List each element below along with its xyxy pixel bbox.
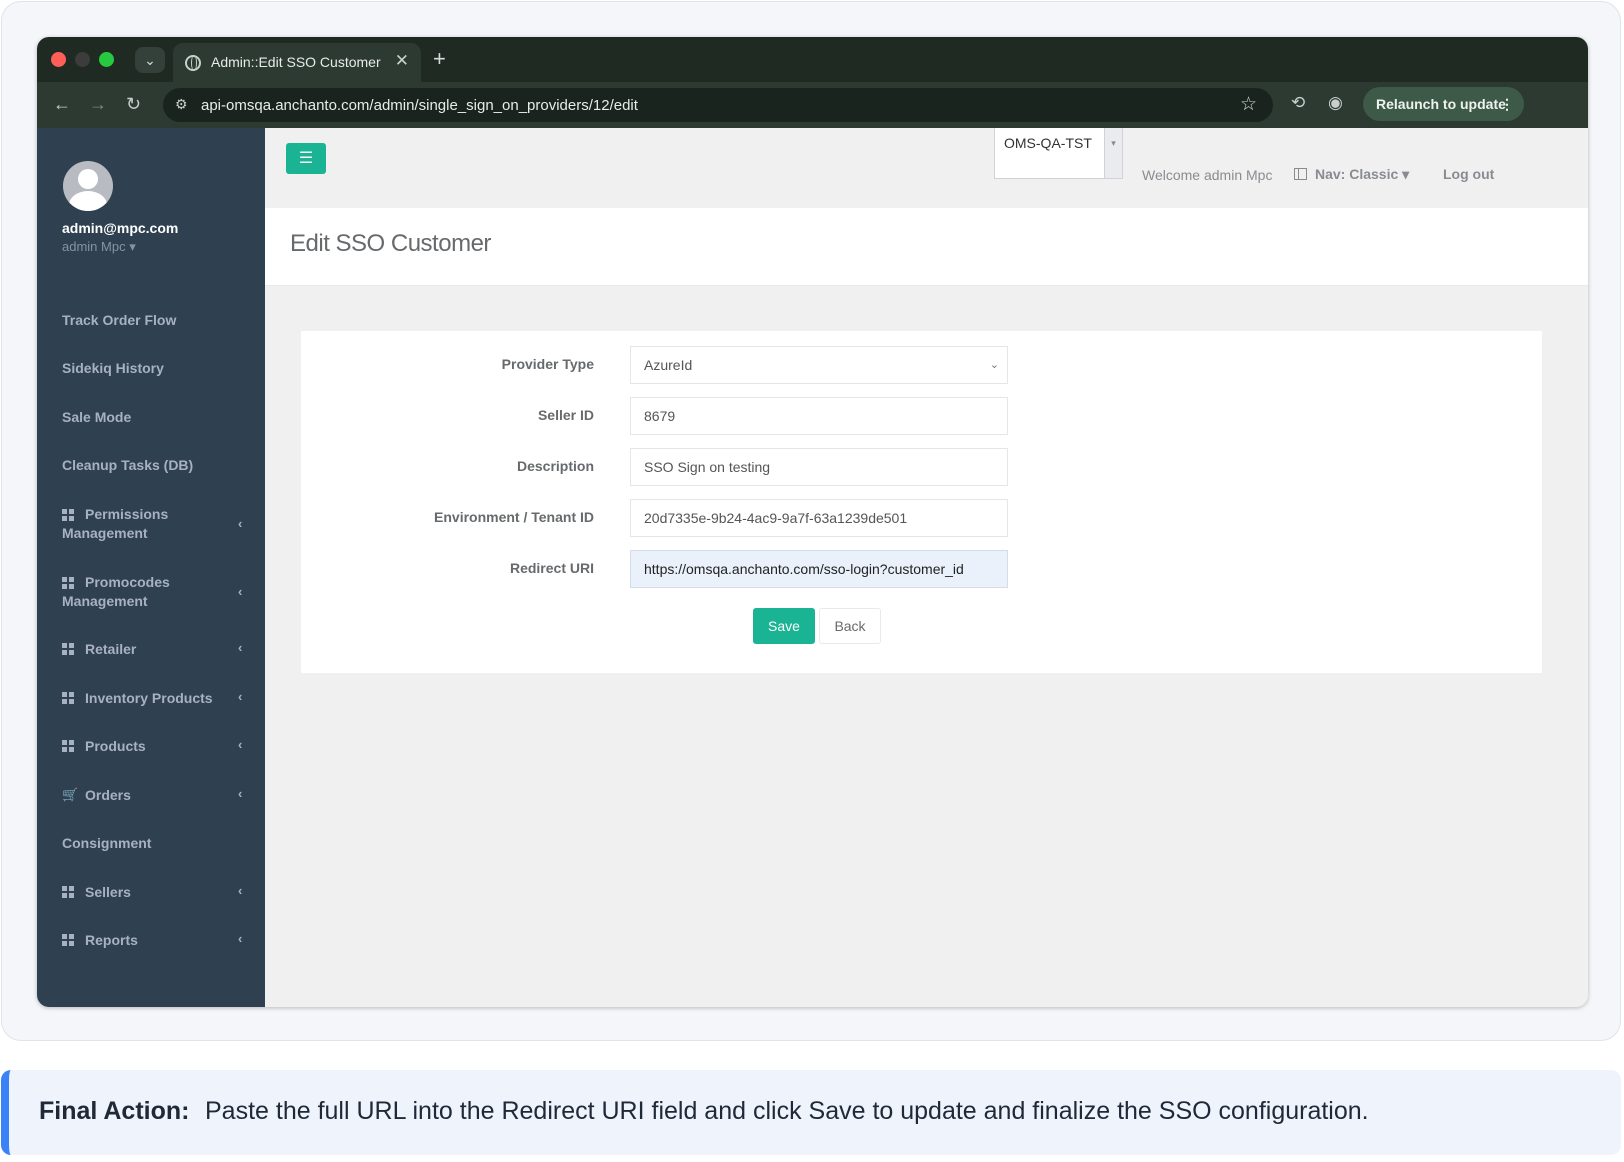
extensions-icon[interactable]: ⟲ bbox=[1291, 93, 1305, 113]
description-label: Description bbox=[516, 458, 594, 474]
chevron-down-icon: ▾ bbox=[1104, 128, 1122, 178]
sidebar-item-permissions-management[interactable]: Permissions Management ‹ bbox=[37, 505, 265, 545]
reload-icon[interactable]: ↻ bbox=[126, 94, 141, 115]
environment-select[interactable]: OMS-QA-TST ▾ bbox=[994, 128, 1123, 179]
close-tab-icon[interactable]: ✕ bbox=[395, 51, 409, 71]
sidebar-item-promocodes-management[interactable]: Promocodes Management ‹ bbox=[37, 573, 265, 613]
sidebar-item-label: Promocodes Management bbox=[62, 574, 170, 609]
grid-icon bbox=[62, 643, 76, 655]
relaunch-label: Relaunch to update bbox=[1376, 96, 1506, 112]
sidebar-item-label: Permissions Management bbox=[62, 506, 169, 541]
tenant-id-row: Environment / Tenant ID 20d7335e-9b24-4a… bbox=[301, 499, 1542, 537]
provider-type-value: AzureId bbox=[644, 357, 693, 373]
chevron-left-icon: ‹ bbox=[238, 516, 243, 531]
active-tab[interactable]: Admin::Edit SSO Customer ✕ bbox=[173, 43, 421, 82]
main-content: ☰ OMS-QA-TST ▾ Welcome admin Mpc Nav: Cl… bbox=[265, 128, 1588, 1007]
nav-mode-label: Nav: Classic bbox=[1315, 166, 1399, 182]
tab-bar: ⌄ Admin::Edit SSO Customer ✕ + bbox=[37, 37, 1588, 82]
menu-toggle-button[interactable]: ☰ bbox=[286, 143, 326, 174]
sidebar-item-label: Sidekiq History bbox=[62, 360, 164, 376]
browser-window: ⌄ Admin::Edit SSO Customer ✕ + ← → ↻ ⚙ a… bbox=[37, 37, 1588, 1007]
tenant-id-label: Environment / Tenant ID bbox=[434, 509, 594, 525]
globe-icon bbox=[185, 55, 201, 71]
tab-search-button[interactable]: ⌄ bbox=[135, 47, 165, 73]
sidebar-item-label: Cleanup Tasks (DB) bbox=[62, 457, 194, 473]
environment-value: OMS-QA-TST bbox=[1004, 135, 1092, 151]
user-menu-toggle[interactable]: admin Mpc ▾ bbox=[62, 239, 136, 255]
grid-icon bbox=[62, 934, 76, 946]
back-button[interactable]: Back bbox=[819, 608, 881, 644]
maximize-window-button[interactable] bbox=[99, 52, 114, 67]
description-row: Description SSO Sign on testing bbox=[301, 448, 1542, 486]
new-tab-button[interactable]: + bbox=[433, 46, 446, 72]
chevron-left-icon: ‹ bbox=[238, 931, 243, 946]
nav-mode-dropdown[interactable]: Nav: Classic ▾ bbox=[1294, 166, 1409, 183]
sidebar-item-label: Sellers bbox=[85, 884, 131, 900]
redirect-uri-field[interactable]: https://omsqa.anchanto.com/sso-login?cus… bbox=[630, 550, 1008, 588]
screenshot-frame: ⌄ Admin::Edit SSO Customer ✕ + ← → ↻ ⚙ a… bbox=[1, 1, 1621, 1041]
tab-title: Admin::Edit SSO Customer bbox=[211, 54, 381, 70]
cart-icon: 🛒 bbox=[62, 787, 79, 802]
save-button[interactable]: Save bbox=[753, 608, 815, 644]
sidebar-item-label: Consignment bbox=[62, 835, 152, 851]
top-navbar: ☰ OMS-QA-TST ▾ Welcome admin Mpc Nav: Cl… bbox=[265, 128, 1588, 208]
chevron-left-icon: ‹ bbox=[238, 737, 243, 752]
caption-box: Final Action: Paste the full URL into th… bbox=[1, 1070, 1621, 1155]
bookmark-star-icon[interactable]: ☆ bbox=[1240, 93, 1257, 116]
forward-arrow-icon[interactable]: → bbox=[89, 94, 107, 115]
provider-type-select[interactable]: AzureId ⌄ bbox=[630, 346, 1008, 384]
logout-link[interactable]: Log out bbox=[1443, 166, 1494, 182]
redirect-uri-label: Redirect URI bbox=[509, 560, 594, 576]
sidebar-item-label: Inventory Products bbox=[85, 690, 213, 706]
sidebar-item-label: Sale Mode bbox=[62, 409, 132, 425]
profile-icon[interactable]: ◉ bbox=[1328, 93, 1343, 113]
site-settings-icon[interactable]: ⚙ bbox=[175, 96, 188, 113]
tenant-id-field[interactable]: 20d7335e-9b24-4ac9-9a7f-63a1239de501 bbox=[630, 499, 1008, 537]
sidebar-item-label: Track Order Flow bbox=[62, 312, 177, 328]
close-window-button[interactable] bbox=[51, 52, 66, 67]
provider-type-row: Provider Type AzureId ⌄ bbox=[301, 346, 1542, 384]
chevron-left-icon: ‹ bbox=[238, 584, 243, 599]
chevron-left-icon: ‹ bbox=[238, 883, 243, 898]
caption-text: Paste the full URL into the Redirect URI… bbox=[205, 1097, 1369, 1125]
seller-id-field[interactable]: 8679 bbox=[630, 397, 1008, 435]
omnibox[interactable]: ⚙ api-omsqa.anchanto.com/admin/single_si… bbox=[163, 88, 1273, 122]
description-field[interactable]: SSO Sign on testing bbox=[630, 448, 1008, 486]
user-name: admin Mpc bbox=[62, 239, 126, 254]
sidebar-item-label: Products bbox=[85, 738, 146, 754]
relaunch-button[interactable]: Relaunch to update ⋮ bbox=[1363, 87, 1524, 121]
url-text[interactable]: api-omsqa.anchanto.com/admin/single_sign… bbox=[201, 97, 638, 114]
grid-icon bbox=[62, 692, 76, 704]
grid-icon bbox=[62, 886, 76, 898]
page-heading: Edit SSO Customer bbox=[265, 208, 1588, 286]
caption-label: Final Action: bbox=[39, 1097, 190, 1125]
chevron-left-icon: ‹ bbox=[238, 689, 243, 704]
sidebar-item-label: Retailer bbox=[85, 641, 137, 657]
sidebar-item-label: Orders bbox=[85, 787, 131, 803]
grid-icon bbox=[62, 740, 76, 752]
sidebar: admin@mpc.com admin Mpc ▾ Track Order Fl… bbox=[37, 128, 265, 1007]
seller-id-label: Seller ID bbox=[537, 407, 594, 423]
minimize-window-button[interactable] bbox=[75, 52, 90, 67]
page-title: Edit SSO Customer bbox=[290, 230, 491, 257]
avatar[interactable] bbox=[63, 161, 113, 211]
provider-type-label: Provider Type bbox=[501, 356, 594, 372]
redirect-uri-row: Redirect URI https://omsqa.anchanto.com/… bbox=[301, 550, 1542, 588]
layout-icon bbox=[1294, 168, 1307, 180]
sidebar-item-label: Reports bbox=[85, 932, 138, 948]
more-menu-icon[interactable]: ⋮ bbox=[1500, 87, 1514, 121]
back-arrow-icon[interactable]: ← bbox=[53, 94, 71, 115]
chevron-down-icon: ⌄ bbox=[989, 359, 999, 371]
chevron-left-icon: ‹ bbox=[238, 640, 243, 655]
chevron-left-icon: ‹ bbox=[238, 786, 243, 801]
address-bar-row: ← → ↻ ⚙ api-omsqa.anchanto.com/admin/sin… bbox=[37, 82, 1588, 128]
welcome-text: Welcome admin Mpc bbox=[1142, 167, 1273, 183]
sso-form: Provider Type AzureId ⌄ Seller ID 8679 D… bbox=[301, 331, 1542, 673]
user-email: admin@mpc.com bbox=[62, 220, 179, 236]
seller-id-row: Seller ID 8679 bbox=[301, 397, 1542, 435]
